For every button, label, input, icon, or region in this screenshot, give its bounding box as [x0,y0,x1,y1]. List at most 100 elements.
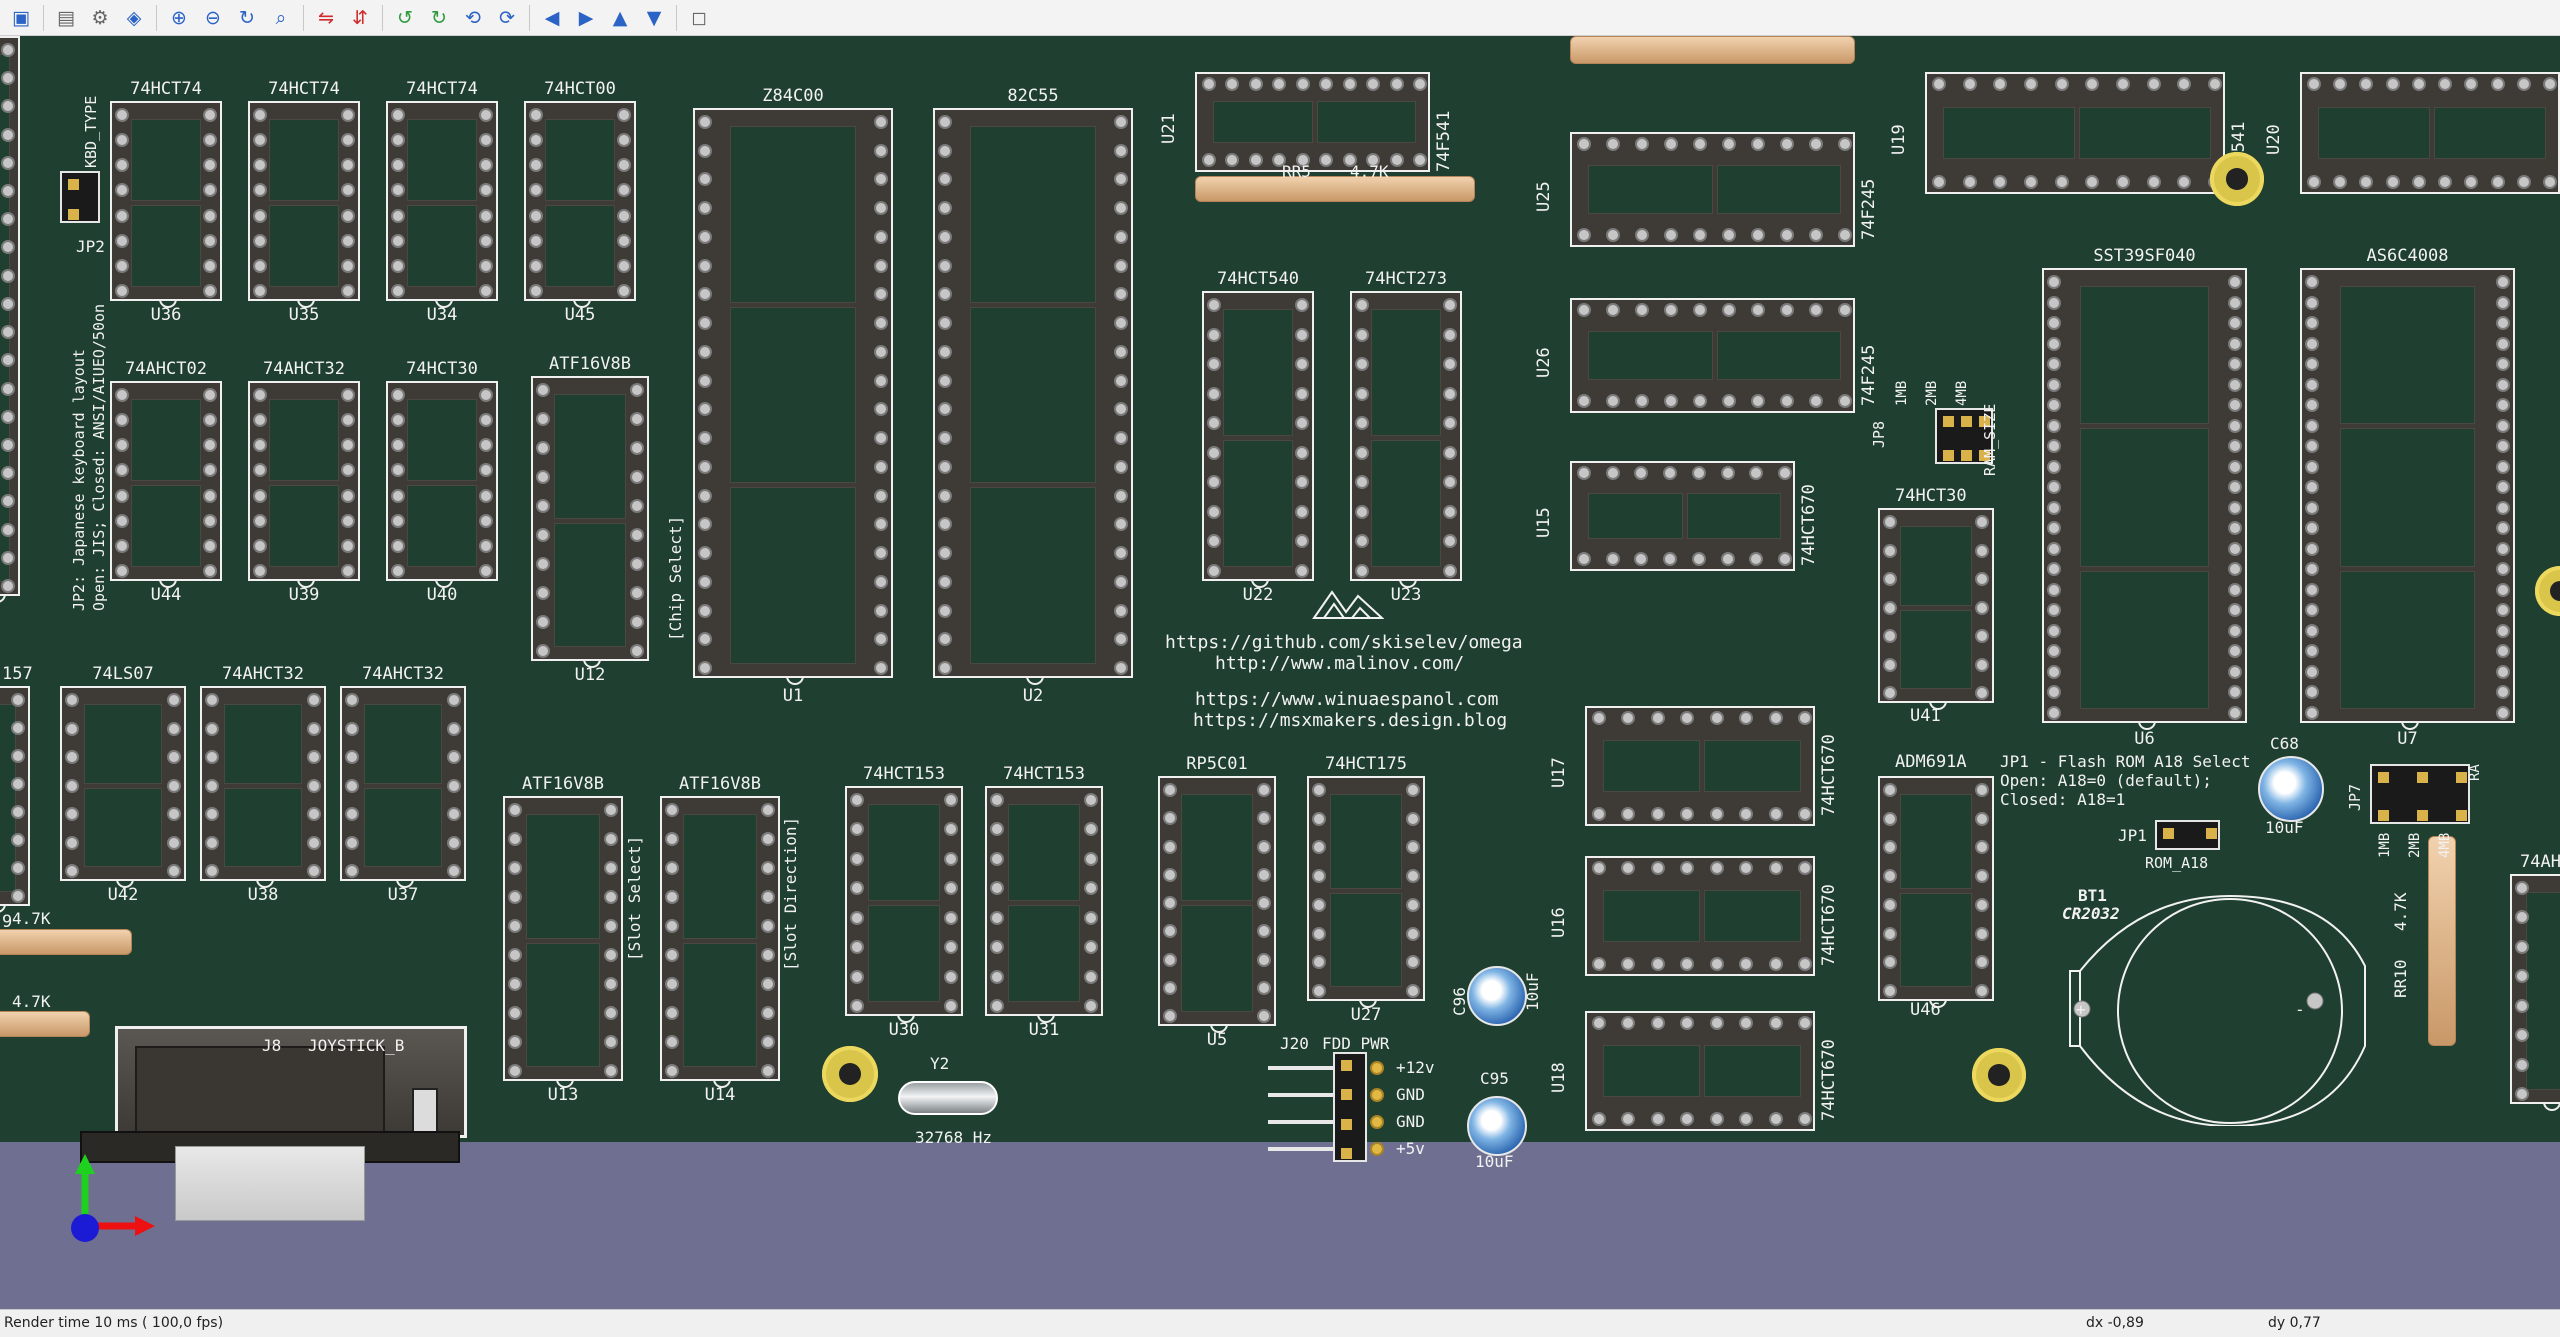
ic-socket-u35[interactable] [248,101,360,308]
layers-icon[interactable]: ◈ [119,3,149,33]
pin-pad [1720,552,1735,566]
socket-cavity [970,306,1096,484]
rotate-y-icon[interactable]: ↻ [424,3,454,33]
ic-socket-u13[interactable] [503,796,623,1088]
ic-socket-u39[interactable] [248,381,360,588]
ic-socket-u40[interactable] [386,381,498,588]
ic-socket-u42[interactable] [60,686,186,888]
connector-j20[interactable] [1333,1052,1367,1162]
ic-socket-u15[interactable] [1570,461,1795,571]
ic-socket-u25[interactable] [1570,132,1855,247]
chip-ref-u44: U44 [150,585,182,605]
edge-socket-left[interactable] [0,686,30,913]
move-right-icon[interactable]: ▶ [571,3,601,33]
pin-pad [874,459,888,474]
y2-freq: 32768 Hz [915,1128,993,1147]
ic-socket-u1[interactable] [693,108,893,685]
rotate-x-icon[interactable]: ↺ [390,3,420,33]
rotate-z2-icon[interactable]: ⟳ [492,3,522,33]
pin-pad [1663,466,1678,480]
ic-socket-u16[interactable] [1585,856,1815,976]
pin-pad [2438,175,2453,189]
ic-socket-u2[interactable] [933,108,1133,685]
jumper-jp1[interactable] [2155,820,2220,850]
ic-socket-u27[interactable] [1307,776,1425,1008]
jumper-jp2[interactable] [60,171,100,223]
pin-pad [1257,783,1271,797]
ic-socket-u12[interactable] [531,376,649,668]
socket-cavity [1900,892,1972,987]
move-down-icon[interactable]: ▼ [639,3,669,33]
pin-pad [1084,999,1098,1013]
jumper-jp7[interactable] [2370,764,2470,824]
pin-pad [604,977,618,991]
zoom-in-icon[interactable]: ⊕ [164,3,194,33]
pin-pad [1163,952,1177,967]
ic-socket-u7[interactable] [2300,268,2515,730]
ic-socket-u5[interactable] [1158,776,1276,1033]
pin-pad [874,172,888,187]
board-setup-icon[interactable]: ▤ [51,3,81,33]
pin-pad [529,158,543,173]
ic-socket-u23[interactable] [1350,291,1462,588]
flip-y-icon[interactable]: ⇵ [345,3,375,33]
pin-pad [630,557,644,571]
pin-pad [203,108,217,122]
pin-pad [1355,298,1369,312]
pin-pad [203,258,217,273]
rotate-z-icon[interactable]: ⟲ [458,3,488,33]
pin-pad [1406,869,1420,884]
ic-socket-u30[interactable] [845,786,963,1023]
ic-socket-u46[interactable] [1878,776,1994,1008]
ic-socket-u17[interactable] [1585,706,1815,826]
rr10-label: RR10 [2391,959,2410,998]
ortho-icon[interactable]: ◻ [684,3,714,33]
ic-socket-u6[interactable] [2042,268,2247,730]
pin-pad [874,229,888,244]
pin-pad [944,910,958,925]
ic-socket-u34[interactable] [386,101,498,308]
3d-viewport[interactable]: 74HCT74 U36 74HCT74 U35 74HCT74 U34 74HCT00 U45… [0,36,2560,1309]
pin-pad [1749,466,1764,480]
move-left-icon[interactable]: ◀ [537,3,567,33]
pin-pad [850,793,864,807]
chip-ref-u40: U40 [426,585,458,605]
flip-x-icon[interactable]: ⇋ [311,3,341,33]
fdd-pwr-pin [1370,1115,1384,1129]
zoom-fit-icon[interactable]: ⌕ [266,3,296,33]
ic-socket-u19[interactable] [1925,72,2225,194]
pin-pad [2228,644,2242,659]
ic-socket-u14[interactable] [660,796,780,1088]
3d-options-icon[interactable]: ⚙ [85,3,115,33]
pin-pad [1257,811,1271,826]
pin-pad [203,438,217,453]
zoom-out-icon[interactable]: ⊖ [198,3,228,33]
ic-socket-u22[interactable] [1202,291,1314,588]
ic-socket-u44[interactable] [110,381,222,588]
edge-socket-right[interactable] [2510,874,2560,1111]
pin-pad [1768,711,1783,725]
redraw-icon[interactable]: ↻ [232,3,262,33]
edge-connector-left[interactable] [0,36,20,603]
ic-socket-u21[interactable] [1195,72,1430,172]
ic-socket-u45[interactable] [524,101,636,308]
pin-pad [1,579,15,593]
chip-value-u5: RP5C01 [1186,754,1248,774]
ic-socket-u41[interactable] [1878,508,1994,710]
move-up-icon[interactable]: ▲ [605,3,635,33]
ic-socket-u26[interactable] [1570,298,1855,413]
pcb-editor-icon[interactable]: ▣ [6,3,36,33]
pin-pad [1,550,15,565]
pin-pad [1650,957,1665,971]
pin-pad [944,940,958,955]
ic-socket-u37[interactable] [340,686,466,888]
pin-pad [1709,1112,1724,1126]
pin-pad [665,948,679,962]
ic-socket-u31[interactable] [985,786,1103,1023]
pin-pad [479,284,493,298]
ic-socket-u38[interactable] [200,686,326,888]
ic-socket-u18[interactable] [1585,1011,1815,1131]
pin-pad [2496,336,2510,351]
ic-socket-u36[interactable] [110,101,222,308]
ic-socket-u20[interactable] [2300,72,2560,194]
